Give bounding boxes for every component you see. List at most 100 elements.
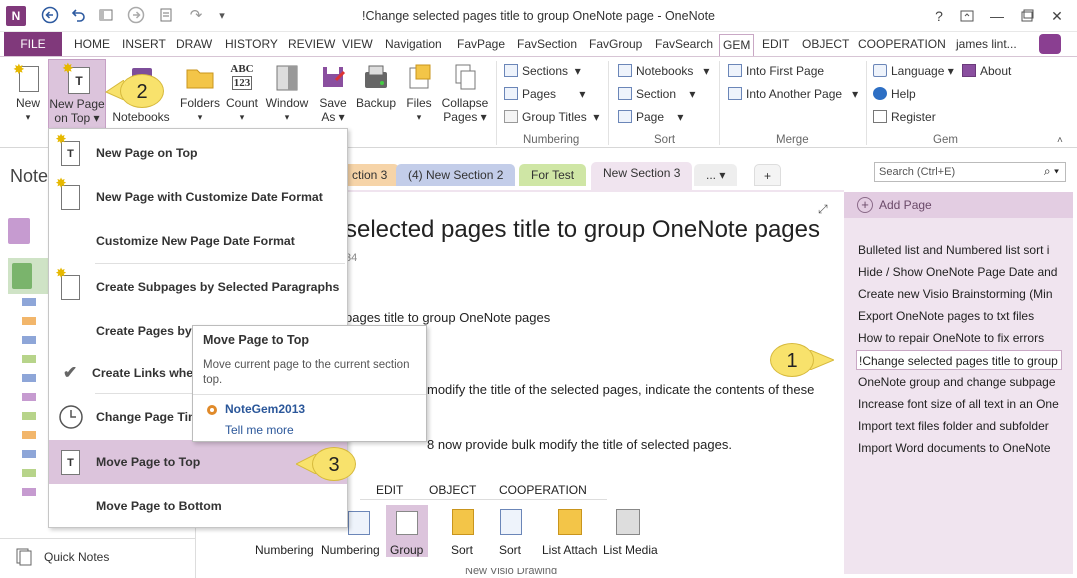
page-list-item[interactable]: Export OneNote pages to txt files	[858, 306, 1064, 326]
tooltip-description: Move current page to the current section…	[203, 359, 410, 386]
tell-me-more-link[interactable]: Tell me more	[225, 423, 294, 437]
tab-navigation[interactable]: Navigation	[385, 36, 442, 54]
tab-favsection[interactable]: FavSection	[517, 36, 577, 54]
menu-item-move-page-to-bottom[interactable]: Move Page to Bottom	[49, 484, 347, 528]
tab-view[interactable]: VIEW	[342, 36, 373, 54]
register-button[interactable]: Register	[873, 108, 936, 126]
new-page-on-top-button[interactable]: T ✸ New Page on Top ▾	[48, 59, 106, 133]
page-list-item[interactable]: Increase font size of all text in an One	[858, 394, 1064, 414]
new-button[interactable]: ✸ New ▾	[8, 59, 48, 124]
expand-icon[interactable]: ⤢	[818, 202, 828, 217]
page-list-item[interactable]: Import text files folder and subfolder	[858, 416, 1064, 436]
window-title: !Change selected pages title to group On…	[361, 9, 715, 23]
tab-favpage[interactable]: FavPage	[457, 36, 505, 54]
content-bottom-text: New Visio Drawing	[465, 568, 558, 574]
abc123-icon: ABC 123	[230, 63, 254, 90]
backup-icon	[361, 62, 391, 94]
into-first-page-button[interactable]: Into First Page	[728, 62, 824, 80]
help-icon[interactable]: ?	[928, 6, 950, 26]
tab-file[interactable]: FILE	[4, 32, 62, 56]
notebook-selected[interactable]	[8, 258, 48, 294]
save-as-button[interactable]: Save As ▾	[314, 59, 352, 124]
new-page-on-top-icon: T ✸	[62, 61, 92, 95]
close-icon[interactable]: ✕	[1046, 6, 1068, 26]
into-another-page-icon	[728, 87, 742, 100]
language-button[interactable]: Language ▾	[873, 62, 954, 80]
page-t-icon: T	[58, 448, 80, 476]
tab-home[interactable]: HOME	[74, 36, 110, 54]
menu-item-new-page-custom-date[interactable]: ✸ New Page with Customize Date Format	[49, 175, 347, 219]
quick-notes-icon	[14, 546, 34, 566]
menu-item-create-subpages[interactable]: ✸ Create Subpages by Selected Paragraphs	[49, 265, 347, 309]
callout-1: 1	[770, 343, 814, 377]
folder-icon	[185, 62, 215, 94]
page-list-item[interactable]: Bulleted list and Numbered list sort i	[858, 240, 1064, 260]
content-line[interactable]: modify the title of the selected pages, …	[427, 382, 814, 397]
help-button[interactable]: Help	[873, 85, 916, 103]
notebook-icon[interactable]	[8, 218, 30, 244]
section-tab-active[interactable]: New Section 3	[591, 162, 693, 192]
notebooks-heading: Note	[10, 166, 49, 186]
collapse-ribbon-icon[interactable]: ˄	[1057, 135, 1063, 146]
tab-history[interactable]: HISTORY	[225, 36, 278, 54]
section-tab[interactable]: ction 3	[340, 164, 400, 186]
quick-notes-link[interactable]: Quick Notes	[44, 550, 109, 564]
collapse-pages-button[interactable]: Collapse Pages ▾	[438, 59, 492, 124]
sections-button[interactable]: Sections ▾	[504, 62, 581, 80]
page-list-item[interactable]: Create new Visio Brainstorming (Min	[858, 284, 1064, 304]
search-icon[interactable]: ⌕ ▾	[1044, 164, 1059, 179]
page-list-item[interactable]: OneNote group and change subpage	[858, 372, 1064, 392]
new-page-icon: ✸	[56, 177, 80, 211]
count-button[interactable]: ABC 123 Count ▾	[224, 59, 260, 124]
maximize-icon[interactable]	[1016, 6, 1038, 26]
checkmark-icon: ✔	[63, 363, 78, 382]
window-button[interactable]: Window ▾	[264, 59, 310, 124]
section-tab[interactable]: (4) New Section 2	[396, 164, 516, 186]
content-line[interactable]: pages title to group OneNote pages	[345, 310, 550, 325]
add-section-icon[interactable]: +	[754, 164, 782, 186]
page-list-item-selected[interactable]: !Change selected pages title to group	[856, 350, 1062, 370]
page-list-item[interactable]: Import Word documents to OneNote	[858, 438, 1064, 458]
language-icon	[873, 64, 887, 77]
tab-object[interactable]: OBJECT	[802, 36, 849, 54]
tab-edit[interactable]: EDIT	[762, 36, 789, 54]
tab-review[interactable]: REVIEW	[288, 36, 335, 54]
notebooks-sort-button[interactable]: Notebooks ▾	[618, 62, 709, 80]
page-list-item[interactable]: How to repair OneNote to fix errors	[858, 328, 1064, 348]
ribbon-display-icon[interactable]	[956, 6, 978, 26]
about-button[interactable]: About	[962, 62, 1011, 80]
page-title[interactable]: selected pages title to group OneNote pa…	[345, 216, 820, 244]
notebook-icon	[12, 263, 32, 289]
page-list-item[interactable]: Hide / Show OneNote Page Date and	[858, 262, 1064, 282]
backup-button[interactable]: Backup	[354, 59, 398, 110]
tab-insert[interactable]: INSERT	[122, 36, 166, 54]
save-as-icon	[318, 62, 348, 94]
avatar[interactable]	[1039, 34, 1061, 54]
section-tab-more[interactable]: ... ▾	[694, 164, 738, 186]
section-tab[interactable]: For Test	[519, 164, 587, 186]
tab-gem[interactable]: GEM	[719, 34, 755, 56]
tab-favsearch[interactable]: FavSearch	[655, 36, 713, 54]
user-name[interactable]: james lint...	[956, 36, 1017, 54]
into-first-page-icon	[728, 64, 742, 77]
callout-2: 2	[120, 74, 164, 108]
group-label-merge: Merge	[776, 134, 809, 146]
tab-favgroup[interactable]: FavGroup	[589, 36, 642, 54]
content-line[interactable]: 8 now provide bulk modify the title of s…	[427, 437, 732, 452]
add-page-button[interactable]: + Add Page	[844, 192, 1073, 218]
tab-draw[interactable]: DRAW	[176, 36, 212, 54]
search-input[interactable]: Search (Ctrl+E) ⌕ ▾	[874, 162, 1066, 182]
files-button[interactable]: Files ▾	[402, 59, 436, 124]
add-page-icon: +	[857, 197, 873, 213]
folders-button[interactable]: Folders ▾	[178, 59, 222, 124]
group-titles-button[interactable]: Group Titles ▾	[504, 108, 599, 126]
page-sort-button[interactable]: Page ▾	[618, 108, 683, 126]
tab-cooperation[interactable]: COOPERATION	[858, 36, 946, 54]
menu-item-new-page-on-top[interactable]: T ✸ New Page on Top	[49, 131, 347, 175]
group-label-gem: Gem	[933, 134, 958, 146]
section-sort-button[interactable]: Section ▾	[618, 85, 695, 103]
into-another-page-button[interactable]: Into Another Page ▾	[728, 85, 858, 103]
minimize-icon[interactable]: —	[986, 6, 1008, 26]
menu-item-customize-date-format[interactable]: Customize New Page Date Format	[49, 219, 347, 263]
pages-button[interactable]: Pages ▾	[504, 85, 585, 103]
